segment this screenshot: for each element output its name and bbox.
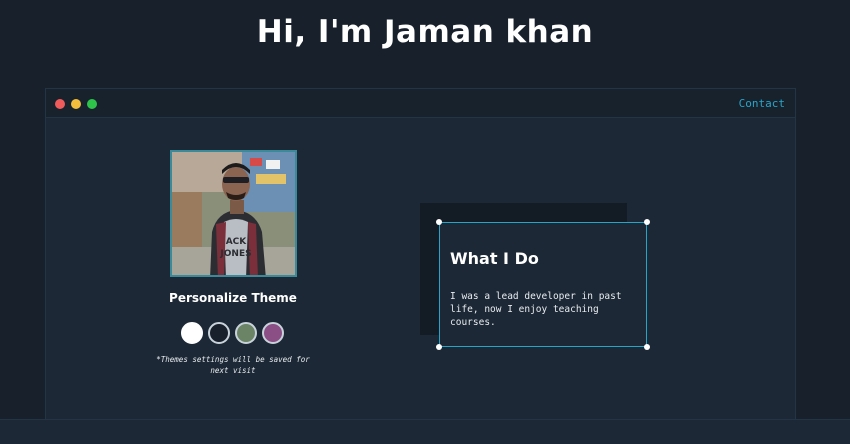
resize-handle-top-left[interactable] — [436, 219, 442, 225]
page: Hi, I'm Jaman khan Contact ACK JONES Per… — [0, 0, 850, 444]
window-title-bar: Contact — [46, 89, 795, 118]
theme-swatch-purple[interactable] — [262, 322, 284, 344]
what-i-do-card: What I Do I was a lead developer in past… — [436, 219, 650, 350]
maximize-dot[interactable] — [87, 99, 97, 109]
browser-window: Contact ACK JONES Personalize Theme *The… — [45, 88, 796, 428]
contact-link[interactable]: Contact — [739, 97, 785, 110]
what-i-do-title: What I Do — [450, 249, 539, 268]
theme-note: *Themes settings will be saved for next … — [156, 355, 310, 375]
resize-handle-bottom-left[interactable] — [436, 344, 442, 350]
page-title: Hi, I'm Jaman khan — [256, 14, 594, 50]
profile-photo-image: ACK JONES — [172, 152, 295, 275]
theme-swatch-green[interactable] — [235, 322, 257, 344]
theme-swatch-dark[interactable] — [208, 322, 230, 344]
resize-handle-bottom-right[interactable] — [644, 344, 650, 350]
svg-text:JONES: JONES — [219, 249, 251, 259]
personalize-theme-title: Personalize Theme — [169, 291, 297, 305]
close-dot[interactable] — [55, 99, 65, 109]
resize-handle-top-right[interactable] — [644, 219, 650, 225]
minimize-dot[interactable] — [71, 99, 81, 109]
theme-swatch-light[interactable] — [181, 322, 203, 344]
svg-text:ACK: ACK — [226, 237, 248, 247]
what-i-do-text: I was a lead developer in past life, now… — [450, 291, 622, 328]
profile-photo: ACK JONES — [170, 150, 297, 277]
footer-strip — [0, 419, 850, 444]
